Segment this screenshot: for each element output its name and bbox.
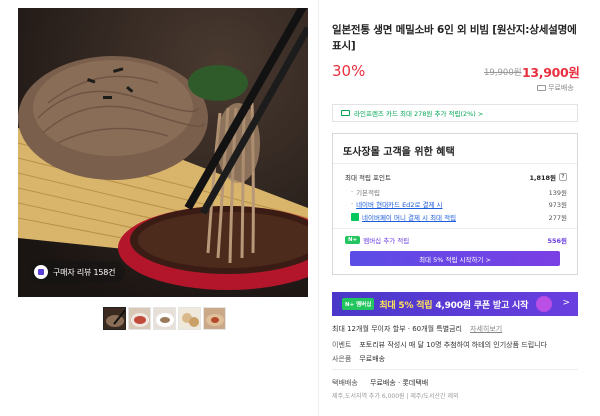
- npay-icon: [351, 212, 359, 221]
- points-row-npay: 네이버페이 머니 결제 시 최대 적립 277원: [345, 211, 567, 222]
- gift-icon: [536, 296, 552, 312]
- membership-value: 556원: [547, 236, 567, 245]
- help-icon[interactable]: ?: [559, 172, 567, 181]
- gift-label: 사은품: [332, 355, 352, 363]
- points-value: 973원: [548, 200, 567, 209]
- points-value: 277원: [548, 213, 567, 222]
- thumbnail-strip: [103, 307, 226, 330]
- gift-text: 무료배송: [359, 355, 386, 363]
- installment-more-link[interactable]: 자세히보기: [470, 324, 502, 334]
- benefit-box: 또사장몰 고객을 위한 혜택 최대 적립 포인트 1,818원 ? · 기본적립…: [332, 133, 578, 275]
- membership-badge: N+: [345, 235, 361, 244]
- thumbnail[interactable]: [178, 307, 201, 330]
- thumbnail[interactable]: [153, 307, 176, 330]
- soba-photo: [18, 8, 308, 297]
- divider: [332, 369, 578, 370]
- points-label: 기본적립: [356, 188, 380, 197]
- event-label: 이벤트: [332, 341, 352, 349]
- points-row-basic: · 기본적립 139원: [351, 187, 567, 197]
- main-product-image[interactable]: 구매자 리뷰 158건: [18, 8, 308, 297]
- review-count-text: 구매자 리뷰 158건: [53, 267, 116, 277]
- chevron-right-icon: >: [562, 298, 570, 308]
- gift-row: 사은품 무료배송: [332, 354, 385, 364]
- free-shipping-text: 무료배송: [548, 84, 574, 92]
- coupon-rate: 최대 5% 적립: [379, 300, 433, 311]
- naver-card-link[interactable]: 네이버 현대카드 Ed2로 결제 시: [356, 199, 442, 209]
- delivery-value: 무료배송 · 롯데택배: [370, 379, 429, 387]
- discount-rate: 30%: [332, 62, 366, 80]
- membership-start-button[interactable]: 최대 5% 적립 시작하기 >: [350, 251, 560, 266]
- delivery-sub: 제주,도서지역 추가 6,000원 | 제주/도서산간 제외: [332, 393, 459, 400]
- product-title: 일본전통 생면 메밀소바 6인 외 비빔 [원산지:상세설명에 표시]: [332, 24, 577, 52]
- max-points-row: 최대 적립 포인트 1,818원 ?: [345, 171, 567, 182]
- max-points-value: 1,818원: [529, 173, 556, 182]
- membership-badge: N+ 멤버십: [342, 298, 375, 310]
- divider: [333, 163, 577, 164]
- event-row: 이벤트 포토리뷰 작성시 매 달 10명 추첨하여 하테의 인기상품 드립니다: [332, 340, 547, 350]
- original-price: 19,900원: [484, 68, 522, 78]
- thumbnail[interactable]: [103, 307, 126, 330]
- delivery-label: 택배배송: [332, 379, 358, 387]
- coupon-banner-text: 최대 5% 적립 4,900원 쿠폰 받고 시작: [379, 298, 528, 311]
- truck-icon: [537, 85, 546, 91]
- free-shipping-badge: 무료배송: [537, 83, 574, 93]
- max-points-label: 최대 적립 포인트: [345, 173, 391, 182]
- membership-row: N+ 멤버십 추가 적립 556원: [345, 234, 567, 245]
- points-value: 139원: [548, 188, 567, 197]
- delivery-row: 택배배송 무료배송 · 롯데택배: [332, 378, 428, 388]
- column-divider: [318, 0, 319, 416]
- review-count-badge[interactable]: 구매자 리뷰 158건: [30, 261, 126, 283]
- benefit-title: 또사장몰 고객을 위한 혜택: [343, 147, 455, 158]
- review-icon: [34, 265, 48, 279]
- installment-row: 최대 12개월 무이자 할부 · 60개월 특별금리 자세히보기: [332, 324, 502, 334]
- coupon-amount: 4,900원 쿠폰 받고 시작: [435, 300, 529, 311]
- credit-card-icon: [341, 110, 350, 116]
- thumbnail[interactable]: [203, 307, 226, 330]
- membership-coupon-banner[interactable]: N+ 멤버십 최대 5% 적립 4,900원 쿠폰 받고 시작 >: [332, 292, 578, 316]
- card-promo-banner[interactable]: 라인프렌즈 카드 최대 278원 추가 적립(2%) >: [332, 104, 578, 122]
- installment-text: 최대 12개월 무이자 할부 · 60개월 특별금리: [332, 325, 462, 333]
- sale-price: 13,900원: [522, 65, 580, 80]
- divider: [333, 228, 577, 229]
- npay-money-link[interactable]: 네이버페이 머니 결제 시 최대 적립: [362, 212, 456, 222]
- card-promo-text: 라인프렌즈 카드 최대 278원 추가 적립(2%) >: [354, 110, 484, 118]
- event-text: 포토리뷰 작성시 매 달 10명 추첨하여 하테의 인기상품 드립니다: [359, 341, 548, 349]
- membership-label: 멤버십 추가 적립: [363, 236, 410, 245]
- thumbnail[interactable]: [128, 307, 151, 330]
- points-row-card: · 네이버 현대카드 Ed2로 결제 시 973원: [351, 199, 567, 209]
